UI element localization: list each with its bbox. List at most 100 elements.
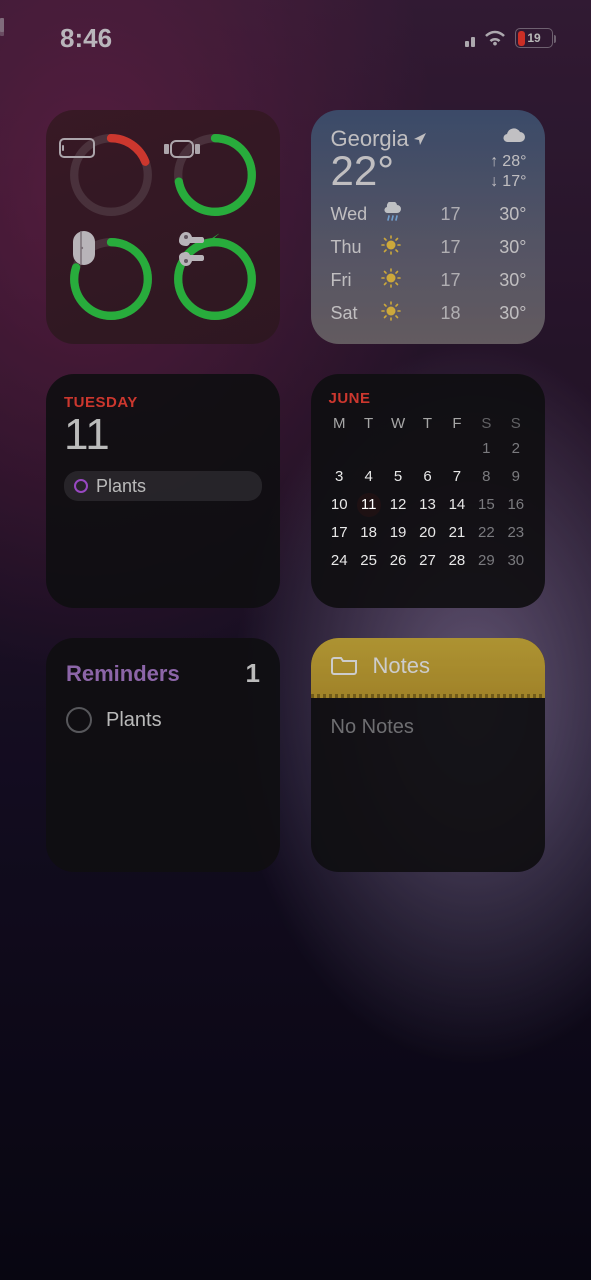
calendar-day[interactable]: 4 (354, 466, 383, 488)
calendar-empty (354, 438, 383, 460)
watch-icon (169, 129, 261, 221)
forecast-sun-icon (381, 301, 421, 326)
arrow-down-icon: ↓ (490, 173, 498, 191)
calendar-header: S (501, 415, 530, 432)
calendar-empty (413, 438, 442, 460)
calendar-day[interactable]: 8 (472, 466, 501, 488)
event-bullet-icon (74, 479, 88, 493)
calendar-header: T (354, 415, 383, 432)
batteries-widget[interactable]: ⚡︎ (46, 110, 280, 344)
forecast-low: 17 (421, 237, 461, 258)
notes-title: Notes (373, 653, 430, 679)
calendar-header: F (442, 415, 471, 432)
wifi-icon (483, 29, 507, 47)
forecast-row: Thu1730° (331, 235, 527, 260)
calendar-day[interactable]: 18 (354, 522, 383, 544)
status-indicators: 19 (465, 28, 553, 48)
calendar-empty (325, 438, 354, 460)
forecast-day: Fri (331, 270, 381, 291)
calendar-day[interactable]: 30 (501, 550, 530, 572)
calendar-day[interactable]: 7 (442, 466, 471, 488)
reminder-item-label: Plants (106, 709, 162, 732)
calendar-header: W (383, 415, 412, 432)
calendar-day[interactable]: 17 (325, 522, 354, 544)
calendar-day[interactable]: 15 (472, 494, 501, 516)
forecast-high: 30° (461, 237, 527, 258)
forecast-row: Fri 1730° (331, 268, 527, 293)
weather-low: ↓17° (490, 173, 526, 191)
reminders-title: Reminders (66, 661, 180, 687)
calendar-day[interactable]: 11 (354, 494, 383, 516)
calendar-day[interactable]: 1 (472, 438, 501, 460)
forecast-low: 17 (421, 270, 461, 291)
calendar-today-widget[interactable]: TUESDAY 11 Plants (46, 374, 280, 608)
forecast-row: Wed 1730° (331, 202, 527, 227)
calendar-day[interactable]: 26 (383, 550, 412, 572)
weather-widget[interactable]: Georgia 22° ↑28° ↓17° Wed1730°Thu1730°Fr… (311, 110, 545, 344)
calendar-month-widget[interactable]: JUNE MTWTFSS1234567891011121314151617181… (311, 374, 545, 608)
calendar-day[interactable]: 13 (413, 494, 442, 516)
calendar-day[interactable]: 9 (501, 466, 530, 488)
calendar-day[interactable]: 24 (325, 550, 354, 572)
calendar-day[interactable]: 27 (413, 550, 442, 572)
battery-icon: 19 (515, 28, 553, 48)
calendar-day[interactable]: 21 (442, 522, 471, 544)
calendar-header: T (413, 415, 442, 432)
calendar-header: S (472, 415, 501, 432)
month-title: JUNE (325, 390, 531, 407)
folder-icon (331, 655, 359, 677)
forecast-high: 30° (461, 204, 527, 225)
calendar-day[interactable]: 5 (383, 466, 412, 488)
forecast-day: Sat (331, 303, 381, 324)
cellular-signal-icon (465, 29, 475, 47)
calendar-day[interactable]: 2 (501, 438, 530, 460)
forecast-sun-icon (381, 268, 421, 293)
today-event-label: Plants (96, 476, 146, 497)
arrow-up-icon: ↑ (490, 153, 498, 171)
forecast-low: 18 (421, 303, 461, 324)
airpods-case-icon (65, 233, 157, 325)
calendar-day[interactable]: 20 (413, 522, 442, 544)
forecast-row: Sat 1830° (331, 301, 527, 326)
calendar-header: M (325, 415, 354, 432)
notes-header: Notes (311, 638, 545, 694)
forecast-rain-icon (381, 202, 421, 227)
battery-ring-watch (169, 129, 261, 221)
weather-high: ↑28° (490, 153, 526, 171)
battery-ring-airpods: ⚡︎ (169, 233, 261, 325)
calendar-day[interactable]: 10 (325, 494, 354, 516)
calendar-empty (442, 438, 471, 460)
battery-ring-iphone (65, 129, 157, 221)
forecast-day: Wed (331, 204, 381, 225)
calendar-empty (383, 438, 412, 460)
notes-widget[interactable]: Notes No Notes (311, 638, 545, 872)
reminder-checkbox-icon[interactable] (66, 707, 92, 733)
airpods-icon (169, 233, 261, 325)
status-bar: 8:46 19 (0, 18, 591, 58)
forecast-high: 30° (461, 270, 527, 291)
forecast-sun-icon (381, 235, 421, 260)
calendar-day[interactable]: 22 (472, 522, 501, 544)
calendar-day[interactable]: 23 (501, 522, 530, 544)
battery-percent: 19 (516, 31, 552, 45)
calendar-day[interactable]: 6 (413, 466, 442, 488)
location-arrow-icon (412, 131, 428, 147)
status-time: 8:46 (60, 23, 112, 54)
iphone-icon (65, 129, 157, 221)
reminder-item[interactable]: Plants (66, 707, 260, 733)
calendar-day[interactable]: 14 (442, 494, 471, 516)
calendar-day[interactable]: 28 (442, 550, 471, 572)
forecast-low: 17 (421, 204, 461, 225)
calendar-day[interactable]: 25 (354, 550, 383, 572)
today-day-of-week: TUESDAY (64, 394, 262, 411)
reminders-count: 1 (246, 658, 260, 689)
reminders-widget[interactable]: Reminders 1 Plants (46, 638, 280, 872)
calendar-day[interactable]: 3 (325, 466, 354, 488)
calendar-day[interactable]: 19 (383, 522, 412, 544)
today-day-number: 11 (64, 413, 262, 457)
calendar-day[interactable]: 12 (383, 494, 412, 516)
calendar-day[interactable]: 16 (501, 494, 530, 516)
calendar-day[interactable]: 29 (472, 550, 501, 572)
today-event-pill[interactable]: Plants (64, 471, 262, 501)
forecast-high: 30° (461, 303, 527, 324)
